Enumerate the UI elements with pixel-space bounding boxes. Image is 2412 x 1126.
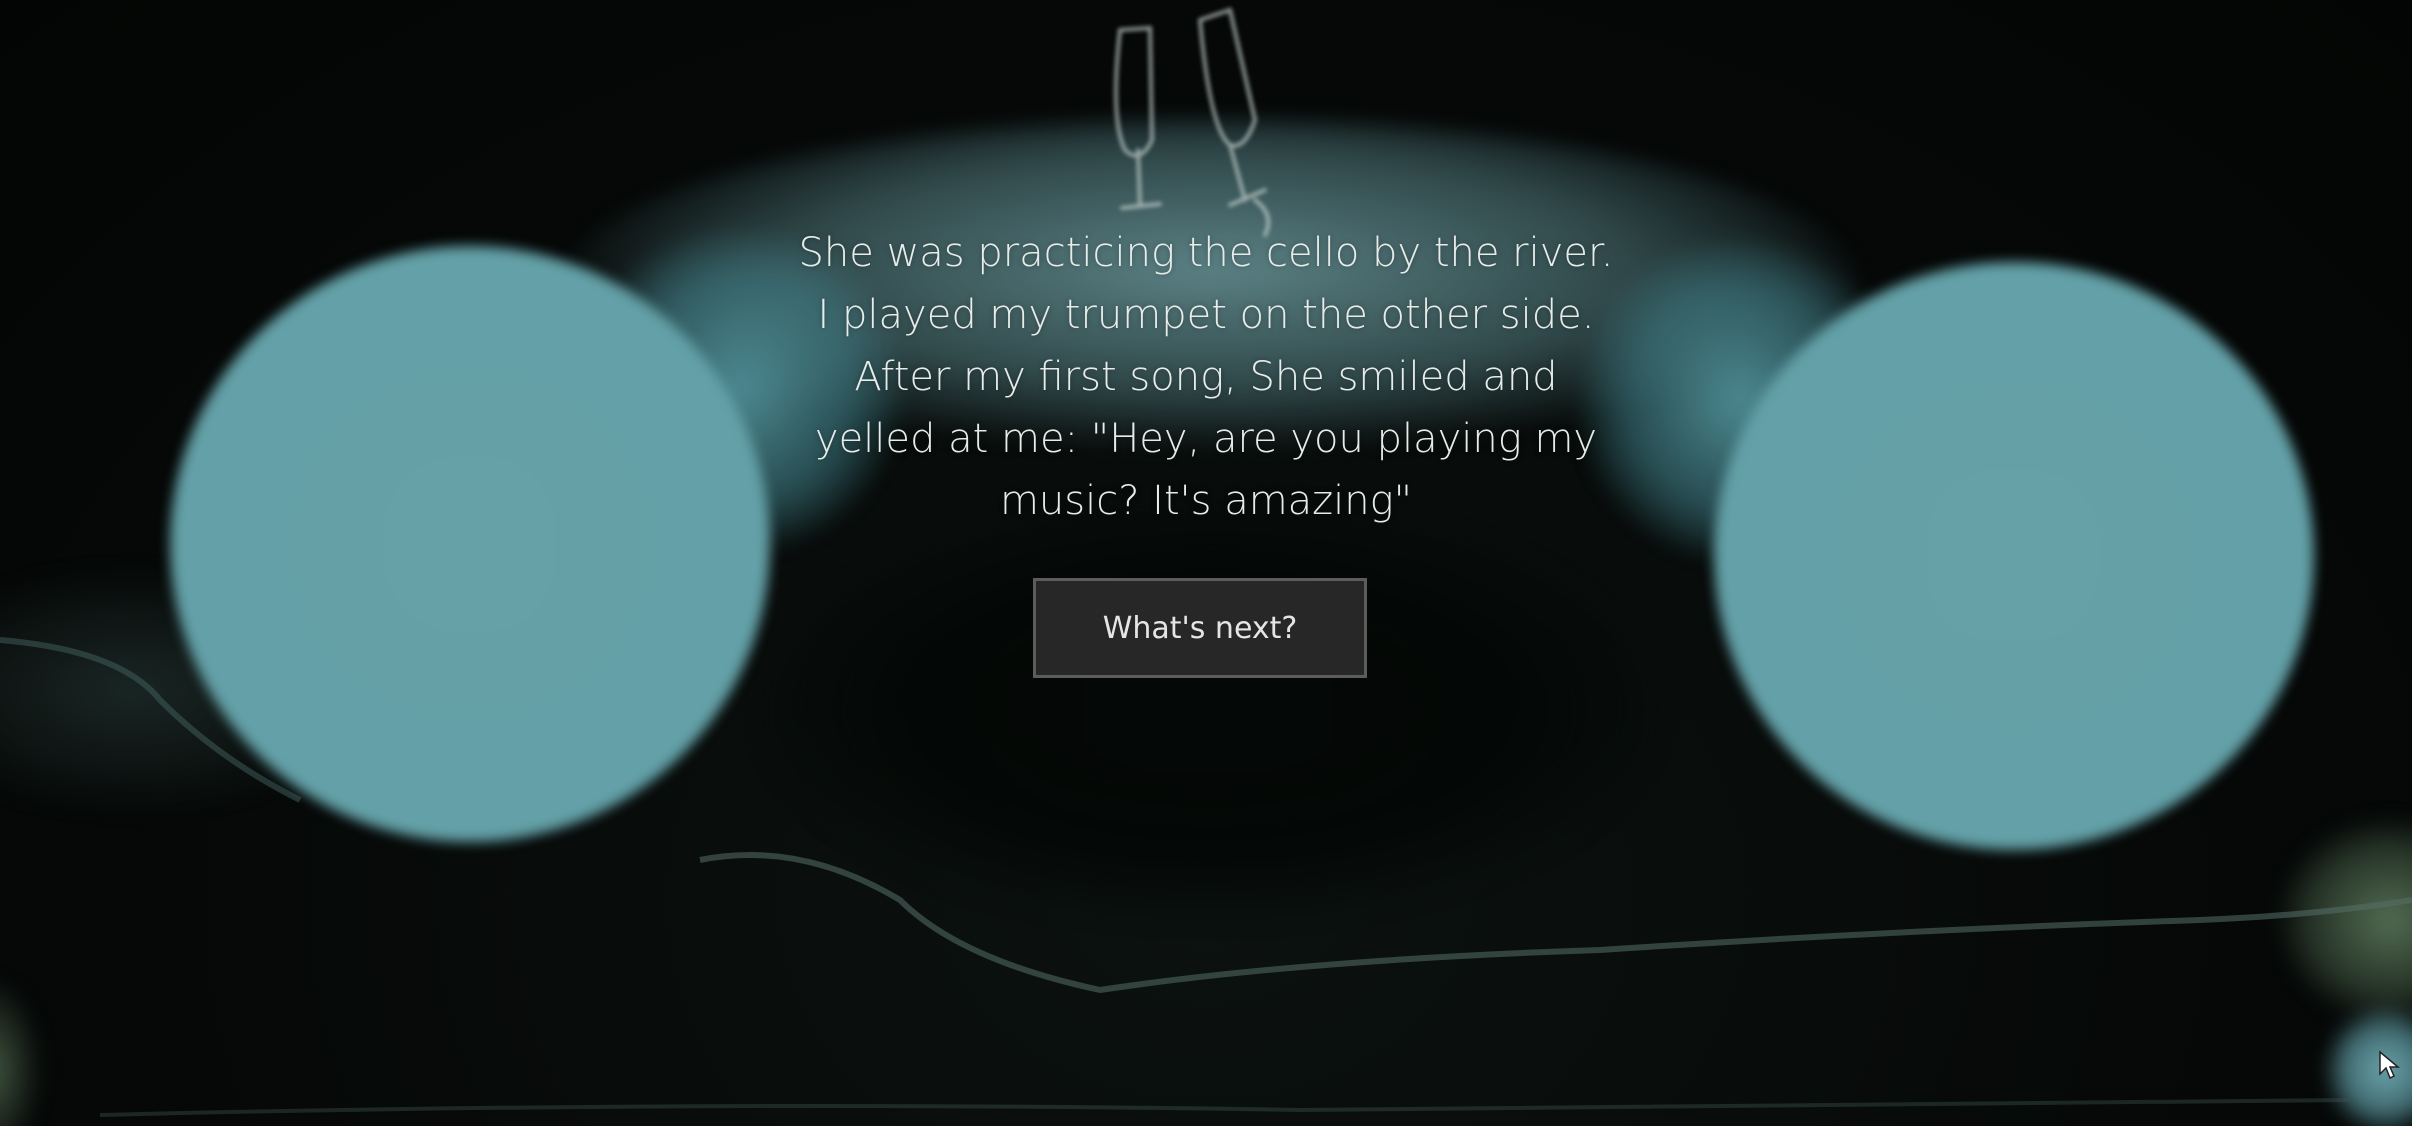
whats-next-button[interactable]: What's next? (1033, 578, 1367, 678)
story-text: She was practicing the cello by the rive… (756, 222, 1656, 532)
story-line: She was practicing the cello by the rive… (798, 230, 1614, 276)
riverbank-outline (0, 637, 2412, 1117)
game-scene: She was practicing the cello by the rive… (0, 0, 2412, 1126)
story-line: yelled at me: "Hey, are you playing my (814, 416, 1598, 462)
story-line: After my first song, She smiled and (854, 354, 1558, 400)
story-line: I played my trumpet on the other side. (817, 292, 1595, 338)
story-line: music? It's amazing" (999, 478, 1413, 524)
mouse-pointer-icon (2379, 1050, 2401, 1080)
whats-next-label: What's next? (1102, 610, 1298, 646)
